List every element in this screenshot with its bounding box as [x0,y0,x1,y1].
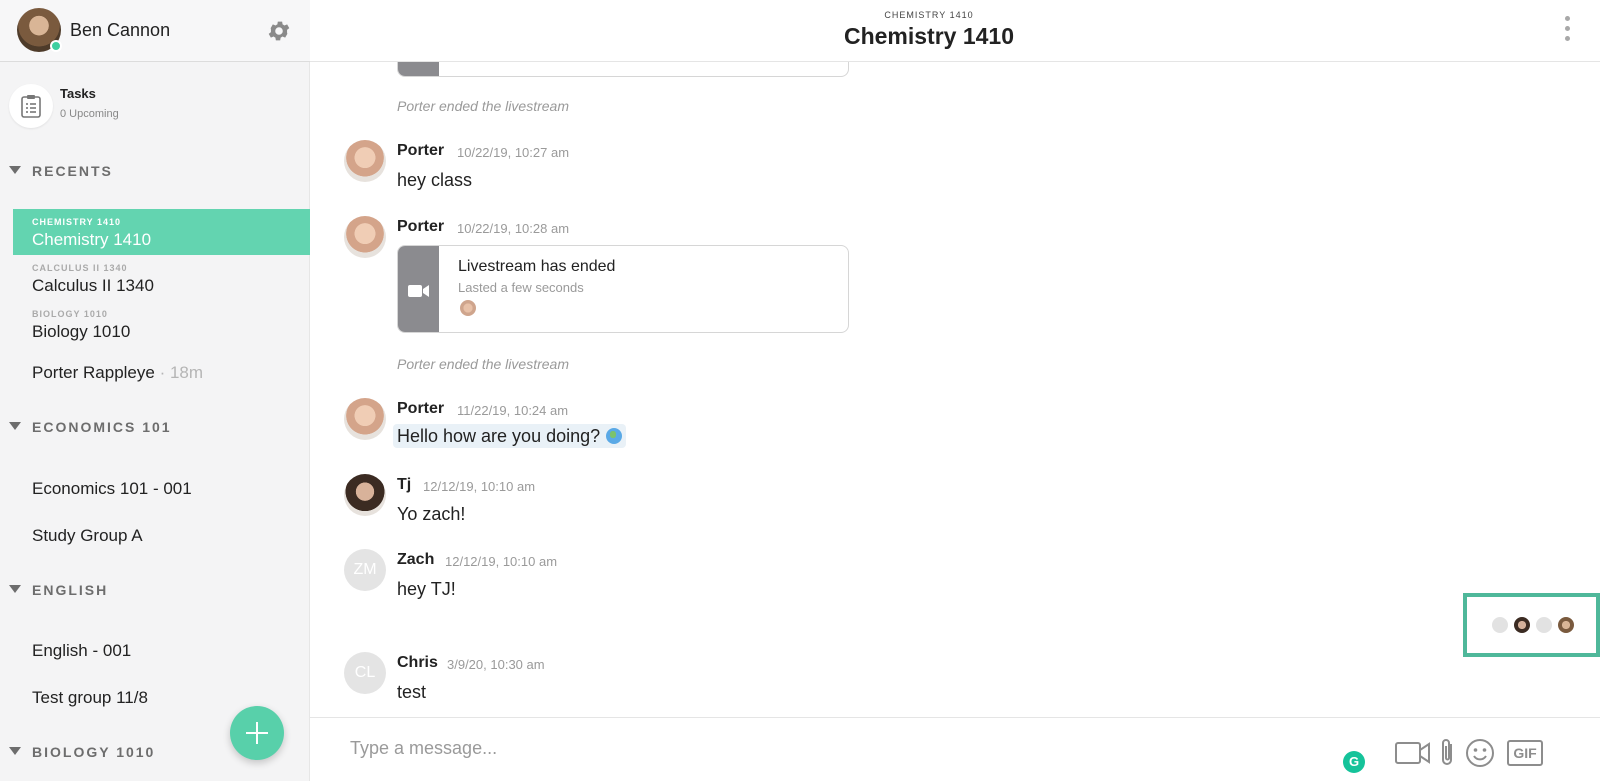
message-author[interactable]: Porter [397,142,444,160]
system-event: Porter ended the livestream [397,356,569,372]
livestream-card-partial[interactable] [397,62,849,77]
sidebar-item-label: Chemistry 1410 [32,230,152,249]
message-author[interactable]: Porter [397,400,444,418]
avatar[interactable] [344,398,386,440]
message-text: hey TJ! [397,579,456,599]
message-author[interactable]: Porter [397,218,444,236]
avatar[interactable] [344,216,386,258]
gif-button[interactable]: GIF [1507,740,1543,766]
system-event: Porter ended the livestream [397,98,569,114]
collapse-triangle-icon [9,585,21,593]
sidebar-item-label: English - 001 [32,641,132,660]
section-recents[interactable]: RECENTS [0,161,310,181]
message-text: Hello how are you doing? [393,424,627,448]
reader-avatar [1492,617,1508,633]
collapse-triangle-icon [9,166,21,174]
sidebar-item-kicker: BIOLOGY 1010 [32,309,108,319]
sidebar-item-chemistry-1410[interactable]: CHEMISTRY 1410 Chemistry 1410 [13,209,310,255]
card-subtitle: Lasted a few seconds [458,280,584,295]
chat-app: Ben Cannon Tasks 0 Upcoming RECENTS CHEM… [0,0,1600,781]
sidebar-item-label: Biology 1010 [32,322,131,341]
message-text: Yo zach! [397,504,466,524]
message-author[interactable]: Zach [397,551,434,569]
sidebar-item-label: Calculus II 1340 [32,276,154,295]
video-camera-icon[interactable] [1395,740,1431,771]
message-timestamp: 12/12/19, 10:10 am [445,554,558,569]
tasks-item[interactable]: Tasks 0 Upcoming [0,80,310,130]
section-english[interactable]: ENGLISH [0,580,310,600]
card-title: Livestream has ended [458,258,616,275]
online-status-dot [50,40,62,52]
gear-icon[interactable] [266,18,292,44]
sidebar-item-label: Test group 11/8 [32,688,148,707]
emoji-icon[interactable] [1465,738,1495,773]
participant-avatar [460,300,476,316]
message-timestamp: 11/22/19, 10:24 am [457,403,569,418]
sidebar-item-label: Study Group A [32,526,143,545]
avatar[interactable] [344,474,386,516]
collapse-triangle-icon [9,422,21,430]
reader-avatar [1536,617,1552,633]
tasks-title: Tasks [60,86,96,101]
reader-avatar [1558,617,1574,633]
message-composer: G GIF [310,717,1600,781]
dm-last-active: · 18m [159,363,204,382]
sidebar-item-label: Economics 101 - 001 [32,479,192,498]
video-camera-icon [408,285,429,297]
card-side [398,62,439,76]
message-body: Hello how are you doing? [397,426,601,446]
sidebar-item-study-group-a[interactable]: Study Group A [13,513,310,559]
message-timestamp: 10/22/19, 10:28 am [457,221,570,236]
message-text: test [397,682,427,702]
message-author[interactable]: Chris [397,654,438,672]
card-side [398,246,439,332]
sidebar-item-kicker: CALCULUS II 1340 [32,263,128,273]
section-label: ECONOMICS 101 [32,419,172,435]
avatar[interactable]: ZM [344,549,386,591]
sidebar-item-label: Porter Rappleye · 18m [32,363,203,383]
collapse-triangle-icon [9,747,21,755]
read-receipts[interactable] [1463,593,1600,657]
tasks-subtitle: 0 Upcoming [60,108,119,120]
clipboard-icon [9,84,53,128]
reader-avatar [1514,617,1530,633]
message-text: hey class [397,170,473,190]
sidebar-item-kicker: CHEMISTRY 1410 [32,217,122,227]
sidebar-item-calculus-ii-1340[interactable]: CALCULUS II 1340 Calculus II 1340 [13,255,310,301]
grammarly-icon[interactable]: G [1343,751,1365,773]
message-author[interactable]: Tj [397,476,411,494]
sidebar-item-economics-101-001[interactable]: Economics 101 - 001 [13,466,310,512]
sidebar-item-english-001[interactable]: English - 001 [13,628,310,674]
sidebar-item-porter-rappleye[interactable]: Porter Rappleye · 18m [13,350,310,396]
page-title: Chemistry 1410 [843,23,1015,49]
section-label: ENGLISH [32,582,109,598]
user-name[interactable]: Ben Cannon [70,20,170,41]
dm-name: Porter Rappleye [32,363,155,382]
livestream-card[interactable]: Livestream has ended Lasted a few second… [397,245,849,333]
chat-kicker: CHEMISTRY 1410 [884,10,974,20]
section-label: BIOLOGY 1010 [32,744,156,760]
avatar[interactable] [344,140,386,182]
message-list[interactable]: Porter ended the livestream Porter 10/22… [310,62,1600,717]
message-timestamp: 3/9/20, 10:30 am [447,657,545,672]
more-options-icon[interactable] [1563,16,1571,46]
section-label: RECENTS [32,163,113,179]
sidebar-item-biology-1010[interactable]: BIOLOGY 1010 Biology 1010 [13,301,310,347]
chat-header: CHEMISTRY 1410 Chemistry 1410 [310,0,1600,62]
message-input[interactable] [350,730,1250,766]
section-economics-101[interactable]: ECONOMICS 101 [0,417,310,437]
avatar[interactable]: CL [344,652,386,694]
sidebar: Ben Cannon Tasks 0 Upcoming RECENTS CHEM… [0,0,310,781]
message-timestamp: 12/12/19, 10:10 am [423,479,536,494]
globe-icon [606,428,623,444]
add-button[interactable] [230,706,284,760]
paperclip-icon[interactable] [1440,738,1456,773]
message-timestamp: 10/22/19, 10:27 am [457,145,570,160]
user-bar: Ben Cannon [0,0,310,62]
